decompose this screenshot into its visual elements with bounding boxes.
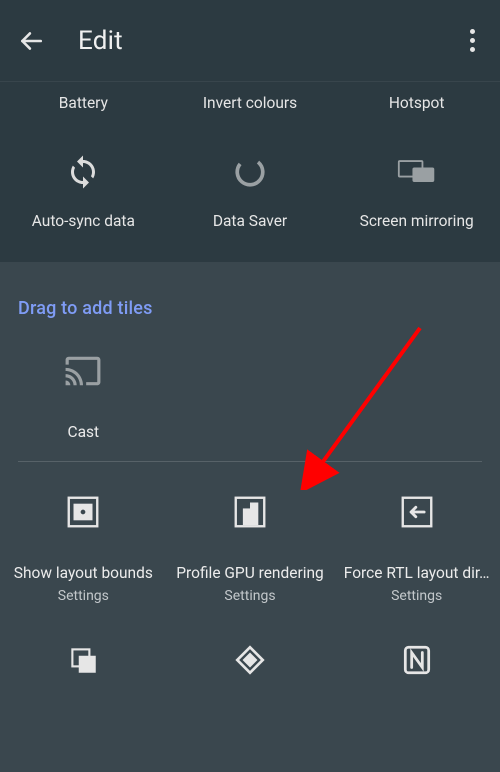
layout-bounds-icon: [63, 492, 103, 532]
available-row-2: Show layout bounds Settings Profile GPU …: [0, 462, 500, 624]
tile-windows[interactable]: [0, 634, 167, 712]
tile-diamond[interactable]: [167, 634, 334, 712]
tile-auto-sync[interactable]: Auto-sync data: [0, 134, 167, 254]
tile-label: Profile GPU rendering: [176, 564, 324, 582]
tile-show-layout-bounds[interactable]: Show layout bounds Settings: [0, 462, 167, 624]
tile-label: Cast: [68, 423, 100, 441]
tile-label: Show layout bounds: [14, 564, 153, 582]
diamond-icon: [230, 640, 270, 680]
windows-icon: [63, 640, 103, 680]
screen-mirroring-icon: [397, 152, 437, 192]
app-header: Edit: [0, 0, 500, 82]
sync-icon: [63, 152, 103, 192]
tile-label: Force RTL layout dir…: [344, 564, 490, 582]
tile-sublabel: Settings: [391, 588, 442, 604]
tile-row-labels: Battery Invert colours Hotspot: [0, 82, 500, 134]
available-row-1: Cast: [0, 321, 500, 461]
current-tiles-section: Battery Invert colours Hotspot Auto-sync…: [0, 82, 500, 262]
tile-screen-mirroring[interactable]: Screen mirroring: [333, 134, 500, 254]
tile-nfc[interactable]: [333, 634, 500, 712]
tile-label-battery: Battery: [0, 94, 167, 112]
tile-force-rtl[interactable]: Force RTL layout dir… Settings: [333, 462, 500, 624]
force-rtl-icon: [397, 492, 437, 532]
data-saver-icon: [230, 152, 270, 192]
tile-row: Auto-sync data Data Saver Screen mirrori…: [0, 134, 500, 254]
page-title: Edit: [78, 26, 462, 56]
available-row-3: [0, 634, 500, 712]
tile-label: Data Saver: [213, 212, 287, 230]
tile-data-saver[interactable]: Data Saver: [167, 134, 334, 254]
tile-profile-gpu[interactable]: Profile GPU rendering Settings: [167, 462, 334, 624]
overflow-menu-icon[interactable]: [462, 29, 482, 52]
tile-label-invert: Invert colours: [167, 94, 334, 112]
tile-sublabel: Settings: [58, 588, 109, 604]
profile-gpu-icon: [230, 492, 270, 532]
tile-cast[interactable]: Cast: [0, 321, 167, 461]
tile-label: Screen mirroring: [360, 212, 474, 230]
nfc-icon: [397, 640, 437, 680]
tile-label-hotspot: Hotspot: [333, 94, 500, 112]
drag-to-add-title: Drag to add tiles: [0, 290, 500, 321]
tile-label: Auto-sync data: [32, 212, 135, 230]
tile-sublabel: Settings: [224, 588, 275, 604]
cast-icon: [63, 351, 103, 391]
available-tiles-section: Drag to add tiles Cast Show layout bound…: [0, 262, 500, 772]
back-icon[interactable]: [18, 28, 44, 54]
